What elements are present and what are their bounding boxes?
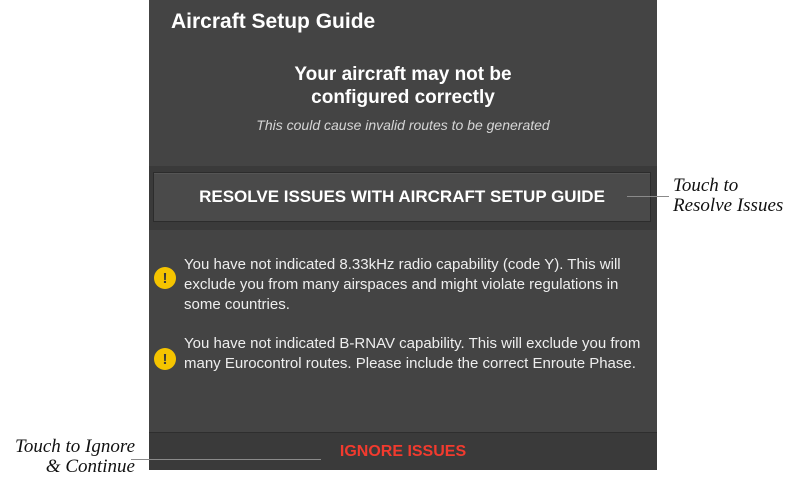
resolve-callout-line-1: Touch to [673,175,739,196]
headline-subtext: This could cause invalid routes to be ge… [256,117,550,133]
warning-text: You have not indicated B-RNAV capability… [184,335,641,372]
ignore-callout-line-2: & Continue [45,456,135,477]
headline-line-1: Your aircraft may not be [294,64,512,85]
warning-icon: ! [154,348,176,370]
ignore-issues-button[interactable]: IGNORE ISSUES [149,433,657,470]
headline: Your aircraft may not be configured corr… [149,63,657,109]
figure: Aircraft Setup Guide Your aircraft may n… [0,0,792,483]
ignore-callout-line-1: Touch to Ignore [15,436,135,457]
headline-line-2: configured correctly [311,87,495,108]
resolve-callout-leader [627,196,669,197]
dialog-footer: IGNORE ISSUES [149,432,657,470]
resolve-issues-button[interactable]: RESOLVE ISSUES WITH AIRCRAFT SETUP GUIDE [153,172,651,222]
resolve-callout: Touch to Resolve Issues [673,176,783,216]
warning-icon: ! [154,267,176,289]
aircraft-setup-dialog: Aircraft Setup Guide Your aircraft may n… [149,0,657,470]
ignore-callout: Touch to Ignore & Continue [15,437,135,477]
resolve-callout-line-2: Resolve Issues [673,195,784,216]
ignore-callout-leader [131,459,321,460]
dialog-title: Aircraft Setup Guide [171,10,376,33]
warning-text: You have not indicated 8.33kHz radio cap… [184,256,621,313]
resolve-button-band: RESOLVE ISSUES WITH AIRCRAFT SETUP GUIDE [149,166,657,230]
